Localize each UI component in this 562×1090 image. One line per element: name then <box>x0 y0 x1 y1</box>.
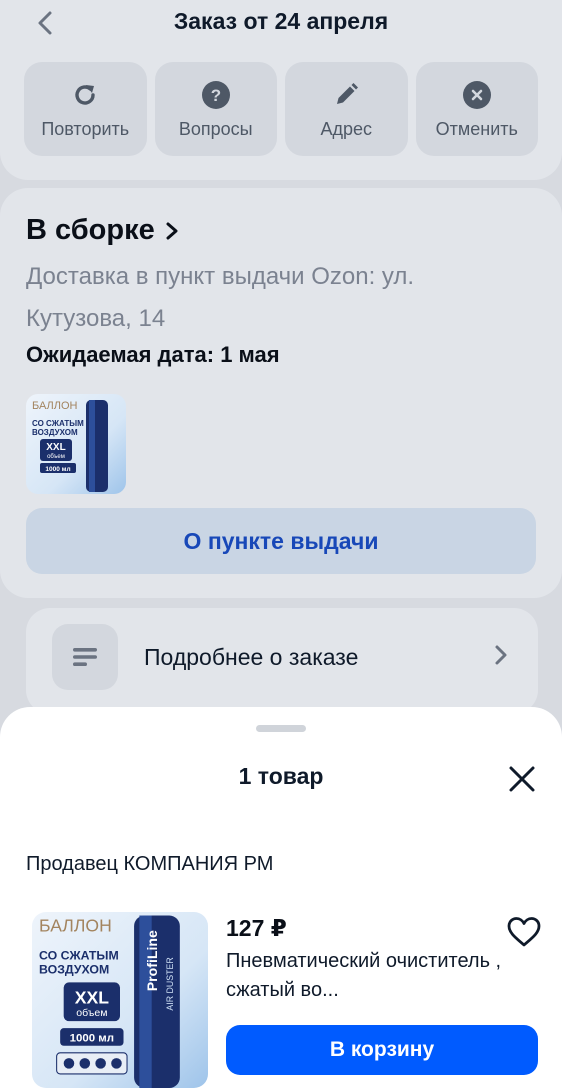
questions-button[interactable]: ? Вопросы <box>154 62 277 156</box>
status-title[interactable]: В сборке <box>26 214 179 247</box>
close-button[interactable] <box>502 759 542 799</box>
order-actions: Повторить ? Вопросы Адрес Отменить <box>24 62 538 156</box>
page-title: Заказ от 24 апреля <box>173 8 389 34</box>
image-text-volume-word: объем <box>76 1007 107 1019</box>
order-header: Заказ от 24 апреля Повторить ? Вопросы А… <box>0 0 562 180</box>
order-status-card: В сборке Доставка в пункт выдачи Ozon: у… <box>0 188 562 598</box>
chevron-right-icon <box>494 644 508 671</box>
image-text-xxl: XXL <box>46 442 65 453</box>
image-text-volume-word: объем <box>47 454 65 460</box>
pencil-icon <box>330 79 362 111</box>
repeat-order-button[interactable]: Повторить <box>24 62 147 156</box>
repeat-label: Повторить <box>41 118 130 139</box>
product-name[interactable]: Пневматический очиститель , сжатый во... <box>226 947 506 1005</box>
question-icon: ? <box>200 79 232 111</box>
status-title-text: В сборке <box>26 214 155 246</box>
product-price: 127 ₽ <box>226 915 287 941</box>
product-image: БАЛЛОН СО СЖАТЫМ ВОЗДУХОМ XXL объем 1000… <box>26 394 126 494</box>
image-text-xxl: XXL <box>75 988 109 1008</box>
image-text-volume: 1000 мл <box>45 466 70 473</box>
close-icon <box>509 766 535 792</box>
order-details-row[interactable]: Подробнее о заказе <box>26 608 538 714</box>
image-text-line1: СО СЖАТЫМ <box>32 419 84 428</box>
image-text-brand: ProfiLine <box>144 930 160 991</box>
product-thumbnail[interactable]: БАЛЛОН СО СЖАТЫМ ВОЗДУХОМ XXL объем 1000… <box>26 394 126 494</box>
image-text-line2: ВОЗДУХОМ <box>32 428 78 437</box>
image-text-baloon: БАЛЛОН <box>32 400 78 412</box>
list-icon <box>52 624 118 690</box>
image-text-baloon: БАЛЛОН <box>39 915 112 935</box>
order-details-label: Подробнее о заказе <box>144 644 359 670</box>
cancel-label: Отменить <box>435 118 518 139</box>
favorite-button[interactable] <box>504 912 544 952</box>
heart-icon <box>507 917 541 947</box>
add-to-cart-button[interactable]: В корзину <box>226 1025 538 1075</box>
expected-date: Ожидаемая дата: 1 мая <box>26 342 280 367</box>
pickup-point-button[interactable]: О пункте выдачи <box>26 508 536 574</box>
sheet-title: 1 товар <box>238 763 324 789</box>
chevron-right-icon <box>166 222 178 239</box>
image-text-line2: ВОЗДУХОМ <box>39 963 109 977</box>
seller-name[interactable]: Продавец КОМПАНИЯ РМ <box>26 853 273 876</box>
address-label: Адрес <box>320 118 373 139</box>
questions-label: Вопросы <box>178 118 253 139</box>
image-text-can-label: AIR DUSTER <box>165 957 175 1010</box>
product-image: БАЛЛОН СО СЖАТЫМ ВОЗДУХОМ XXL объем 1000… <box>32 912 208 1088</box>
items-bottom-sheet: 1 товар Продавец КОМПАНИЯ РМ БАЛЛОН СО С… <box>0 707 562 1090</box>
delivery-address: Доставка в пункт выдачи Ozon: ул. Кутузо… <box>26 263 415 332</box>
refresh-icon <box>69 79 101 111</box>
product-image-large[interactable]: БАЛЛОН СО СЖАТЫМ ВОЗДУХОМ XXL объем 1000… <box>32 912 208 1088</box>
image-text-line1: СО СЖАТЫМ <box>39 949 119 963</box>
sheet-grabber[interactable] <box>256 725 306 732</box>
image-text-volume: 1000 мл <box>70 1032 114 1044</box>
cancel-icon <box>461 79 493 111</box>
svg-text:?: ? <box>211 86 221 105</box>
cancel-order-button[interactable]: Отменить <box>415 62 538 156</box>
address-button[interactable]: Адрес <box>285 62 408 156</box>
